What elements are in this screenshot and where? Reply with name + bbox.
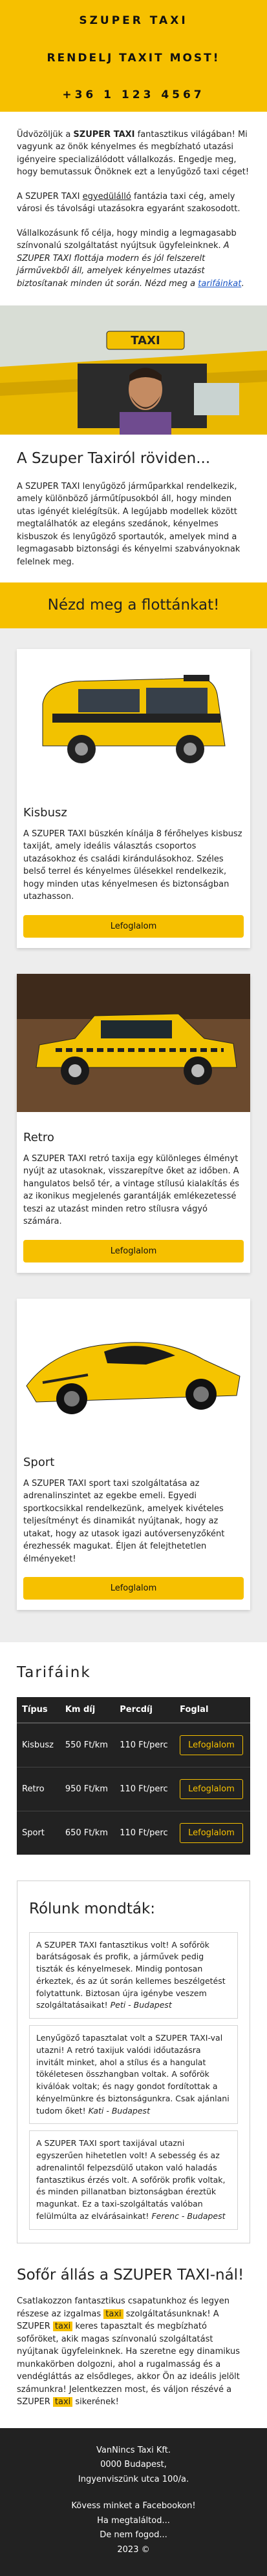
order-button-retro[interactable]: Lefoglalom xyxy=(23,1239,244,1262)
table-row: Kisbusz 550 Ft/km 110 Ft/perc Lefoglalom xyxy=(17,1722,250,1767)
column-header: Típus xyxy=(17,1696,60,1724)
driver-job-text: Csatlakozzon fantasztikus csapatunkhoz é… xyxy=(17,2296,240,2407)
column-header: Percdíj xyxy=(114,1696,175,1724)
footer-city: 0000 Budapest, xyxy=(100,2460,167,2470)
review-author: Peti - Budapest xyxy=(110,2000,172,2010)
prices-title: Tarifáink xyxy=(17,1664,91,1681)
intro-paragraph-2: A SZUPER TAXI egyedülálló fantázia taxi … xyxy=(17,191,240,214)
cell-type: Sport xyxy=(17,1811,60,1855)
reviews-title: Rólunk mondták: xyxy=(29,1901,156,1917)
review-item: Lenyűgöző tapasztalat volt a SZUPER TAXI… xyxy=(29,2025,238,2125)
site-header: SZUPER TAXI RENDELJ TAXIT MOST! +36 1 12… xyxy=(0,0,267,112)
review-text: A SZUPER TAXI sport taxijával utazni egy… xyxy=(36,2138,226,2221)
card-text: A SZUPER TAXI büszkén kínálja 8 férőhely… xyxy=(23,829,242,902)
card-title: Retro xyxy=(23,1130,54,1144)
prices-section: Tarifáink Típus Km díj Percdíj Foglal Ki… xyxy=(0,1642,267,1874)
footer-line-1: Ha megtaláltod... xyxy=(97,2515,170,2526)
site-title: SZUPER TAXI xyxy=(79,14,188,27)
card-text: A SZUPER TAXI sport taxi szolgáltatása a… xyxy=(23,1478,225,1564)
review-text: A SZUPER TAXI fantasztikus volt! A sofőr… xyxy=(36,1939,226,2010)
fleet-card-retro: Retro A SZUPER TAXI retró taxija egy kül… xyxy=(17,973,250,1273)
about-section: A Szuper Taxiról röviden... A SZUPER TAX… xyxy=(0,435,267,582)
footer-company: VanNincs Taxi Kft. xyxy=(96,2445,171,2455)
fleet-title: Nézd meg a flottánkat! xyxy=(0,582,267,628)
cell-type: Kisbusz xyxy=(17,1722,60,1767)
table-row: Sport 650 Ft/km 110 Ft/perc Lefoglalom xyxy=(17,1811,250,1855)
review-author: Kati - Budapest xyxy=(88,2105,150,2116)
table-row: Retro 950 Ft/km 110 Ft/perc Lefoglalom xyxy=(17,1767,250,1811)
book-button-minibus[interactable]: Lefoglalom xyxy=(180,1735,243,1755)
intro-section: Üdvözöljük a SZUPER TAXI fantasztikus vi… xyxy=(0,112,267,306)
prices-link[interactable]: tarifáinkat xyxy=(198,279,241,289)
retro-image xyxy=(17,973,250,1112)
minibus-image xyxy=(17,648,250,787)
svg-text:TAXI: TAXI xyxy=(131,334,160,347)
cell-min: 110 Ft/perc xyxy=(114,1811,175,1855)
site-subtitle: RENDELJ TAXIT MOST! xyxy=(47,51,220,65)
driver-job-title: Sofőr állás a SZUPER TAXI-nál! xyxy=(17,2266,244,2283)
card-title: Kisbusz xyxy=(23,805,67,819)
fleet-card-sport: Sport A SZUPER TAXI sport taxi szolgálta… xyxy=(17,1298,250,1610)
footer-street: Ingyenviszünk utca 100/a. xyxy=(78,2475,189,2484)
review-item: A SZUPER TAXI sport taxijával utazni egy… xyxy=(29,2130,238,2230)
review-text: Lenyűgöző tapasztalat volt a SZUPER TAXI… xyxy=(36,2033,230,2116)
column-header: Km díj xyxy=(59,1696,115,1724)
table-header-row: Típus Km díj Percdíj Foglal xyxy=(17,1696,250,1724)
review-author: Ferenc - Budapest xyxy=(151,2210,226,2221)
highlight-mark: taxi xyxy=(52,2397,73,2407)
review-item: A SZUPER TAXI fantasztikus volt! A sofőr… xyxy=(29,1932,238,2019)
cell-min: 110 Ft/perc xyxy=(114,1767,175,1811)
book-button-sport[interactable]: Lefoglalom xyxy=(180,1823,243,1843)
order-button-sport[interactable]: Lefoglalom xyxy=(23,1577,244,1600)
footer-year: 2023 © xyxy=(117,2545,150,2555)
cell-km: 650 Ft/km xyxy=(59,1811,115,1855)
fleet-section: Nézd meg a flottánkat! Kisbusz A SZUPER … xyxy=(0,582,267,1642)
highlight-mark: taxi xyxy=(52,2322,73,2331)
site-footer: VanNincs Taxi Kft. 0000 Budapest, Ingyen… xyxy=(0,2427,267,2576)
about-title: A Szuper Taxiról röviden... xyxy=(17,450,211,467)
cell-km: 950 Ft/km xyxy=(59,1767,115,1811)
cell-type: Retro xyxy=(17,1767,60,1811)
card-text: A SZUPER TAXI retró taxija egy különlege… xyxy=(23,1153,240,1227)
cell-min: 110 Ft/perc xyxy=(114,1722,175,1767)
highlight-mark: taxi xyxy=(103,2309,123,2319)
book-button-retro[interactable]: Lefoglalom xyxy=(180,1779,243,1799)
phone-number[interactable]: +36 1 123 4567 xyxy=(6,87,261,104)
footer-line-2: De nem fogod... xyxy=(100,2530,167,2540)
prices-table: Típus Km díj Percdíj Foglal Kisbusz 550 … xyxy=(17,1696,250,1855)
sport-image xyxy=(17,1298,250,1437)
intro-paragraph-3: Vállalkozásunk fő célja, hogy mindig a l… xyxy=(17,228,244,289)
driver-job-section: Sofőr állás a SZUPER TAXI-nál! Csatlakoz… xyxy=(0,2256,267,2428)
card-title: Sport xyxy=(23,1455,55,1469)
intro-paragraph-1: Üdvözöljük a SZUPER TAXI fantasztikus vi… xyxy=(17,129,250,178)
column-header: Foglal xyxy=(175,1696,250,1724)
footer-facebook-link[interactable]: Kövess minket a Facebookon! xyxy=(6,2499,261,2514)
hero-image-taxi-driver: TAXI xyxy=(0,305,267,435)
fleet-card-minibus: Kisbusz A SZUPER TAXI büszkén kínálja 8 … xyxy=(17,648,250,948)
order-button-minibus[interactable]: Lefoglalom xyxy=(23,914,244,938)
reviews-section: Rólunk mondták: A SZUPER TAXI fantasztik… xyxy=(17,1880,250,2243)
about-text: A SZUPER TAXI lenyűgöző járműparkkal ren… xyxy=(17,481,240,567)
cell-km: 550 Ft/km xyxy=(59,1722,115,1767)
